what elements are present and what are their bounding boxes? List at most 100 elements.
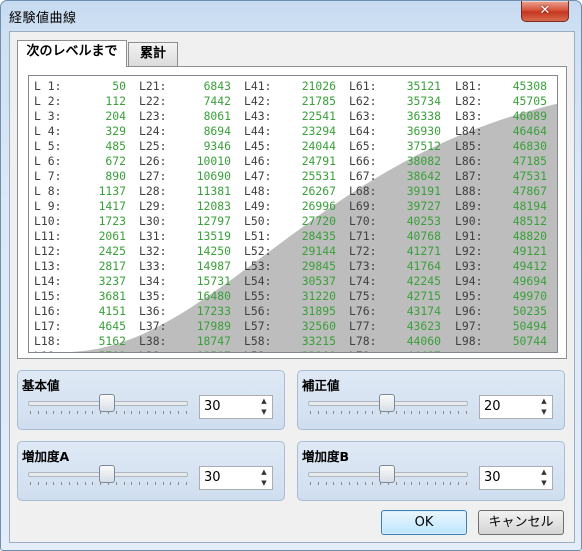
level-exp-value: 5162: [98, 334, 126, 348]
level-exp-value: 485: [105, 139, 126, 153]
level-row: L68: 39191: [349, 184, 441, 199]
level-exp-value: 38082: [406, 154, 441, 168]
slider-tick: [356, 411, 358, 414]
tab-panel: L 1: 50 L 2: 112 L 3: 204 L 4: 329 L 5: 485 L 6: 67…: [17, 66, 567, 359]
level-row: L92: 49121: [455, 244, 547, 259]
correction-value-spinbox[interactable]: 20 ▲ ▼: [479, 395, 553, 419]
level-row: L56: 31895: [244, 304, 336, 319]
level-exp-value: 10690: [196, 169, 231, 183]
level-label: L11:: [34, 229, 62, 243]
spin-down-icon[interactable]: ▼: [256, 407, 272, 418]
slider-tick: [154, 482, 156, 485]
level-label: L10:: [34, 214, 62, 228]
level-label: L98:: [455, 334, 483, 348]
level-exp-value: 41271: [406, 244, 441, 258]
spin-up-icon[interactable]: ▲: [536, 467, 552, 478]
level-label: L50:: [244, 214, 272, 228]
accel-b-input[interactable]: 30: [484, 470, 501, 485]
level-exp-value: 47531: [512, 169, 547, 183]
ok-button[interactable]: OK: [381, 510, 467, 535]
base-value-input[interactable]: 30: [204, 399, 221, 414]
level-exp-value: 2061: [98, 229, 126, 243]
slider-tick: [310, 411, 311, 414]
level-row: L28: 11381: [139, 184, 231, 199]
level-label: L25:: [139, 139, 167, 153]
level-row: L85: 46830: [455, 139, 547, 154]
level-label: L94:: [455, 274, 483, 288]
level-row: L67: 38642: [349, 169, 441, 184]
slider-tick: [325, 482, 327, 485]
level-label: L88:: [455, 184, 483, 198]
level-row: L82: 45705: [455, 94, 547, 109]
dialog-window: 経験値曲線 ✕ 次のレベルまで 累計 L 1: 50 L 2: 112 L 3: 204 L…: [0, 0, 582, 551]
level-label: L29:: [139, 199, 167, 213]
level-exp-value: 13519: [196, 229, 231, 243]
level-row: L73: 41764: [349, 259, 441, 274]
level-label: L62:: [349, 94, 377, 108]
level-label: L57:: [244, 319, 272, 333]
level-exp-value: 24044: [301, 139, 336, 153]
close-button[interactable]: ✕: [521, 1, 569, 22]
level-row: L29: 12083: [139, 199, 231, 214]
level-row: L 3: 204: [34, 109, 126, 124]
slider-tick: [317, 411, 319, 414]
level-label: L96:: [455, 304, 483, 318]
spin-up-icon[interactable]: ▲: [256, 396, 272, 407]
level-label: L68:: [349, 184, 377, 198]
level-exp-value: 43623: [406, 319, 441, 333]
accel-b-spinbox[interactable]: 30 ▲ ▼: [479, 466, 553, 490]
level-row: L44: 23294: [244, 124, 336, 139]
spin-down-icon[interactable]: ▼: [256, 478, 272, 489]
slider-tick: [30, 411, 31, 414]
level-row: L 6: 672: [34, 154, 126, 169]
level-row: L88: 47867: [455, 184, 547, 199]
level-exp-value: 8694: [203, 124, 231, 138]
level-exp-value: 112: [105, 94, 126, 108]
accel-b-slider-thumb[interactable]: [379, 465, 395, 483]
slider-tick: [178, 482, 180, 485]
base-value-slider-thumb[interactable]: [99, 394, 115, 412]
level-row: L95: 49970: [455, 289, 547, 304]
level-label: L37:: [139, 319, 167, 333]
level-label: L71:: [349, 229, 377, 243]
level-label: L78:: [349, 334, 377, 348]
slider-tick: [450, 482, 452, 485]
spin-down-icon[interactable]: ▼: [536, 478, 552, 489]
title-bar[interactable]: 経験値曲線 ✕: [1, 1, 581, 29]
accel-a-slider-thumb[interactable]: [99, 465, 115, 483]
level-exp-value: 38642: [406, 169, 441, 183]
slider-tick: [356, 482, 358, 485]
level-row: L33: 14987: [139, 259, 231, 274]
level-row: L42: 21785: [244, 94, 336, 109]
correction-value-input[interactable]: 20: [484, 399, 501, 414]
slider-tick: [411, 411, 413, 414]
correction-value-slider-thumb[interactable]: [379, 394, 395, 412]
level-row: L24: 8694: [139, 124, 231, 139]
close-icon: ✕: [539, 3, 551, 18]
level-column: L61: 35121 L62: 35734 L63: 36338 L64: 36930 L65:…: [349, 79, 441, 352]
level-label: L77:: [349, 319, 377, 333]
tab-next-level[interactable]: 次のレベルまで: [17, 40, 127, 67]
tab-cumulative[interactable]: 累計: [128, 42, 178, 66]
cancel-button[interactable]: キャンセル: [478, 510, 564, 535]
level-label: L32:: [139, 244, 167, 258]
level-exp-value: 29144: [301, 244, 336, 258]
slider-tick: [434, 411, 436, 414]
level-row: L47: 25531: [244, 169, 336, 184]
accel-a-input[interactable]: 30: [204, 470, 221, 485]
level-row: L46: 24791: [244, 154, 336, 169]
accel-a-spinbox[interactable]: 30 ▲ ▼: [199, 466, 273, 490]
spin-up-icon[interactable]: ▲: [256, 467, 272, 478]
level-exp-value: 4151: [98, 304, 126, 318]
spin-down-icon[interactable]: ▼: [536, 407, 552, 418]
level-label: L14:: [34, 274, 62, 288]
spin-up-icon[interactable]: ▲: [536, 396, 552, 407]
level-exp-value: 43174: [406, 304, 441, 318]
correction-value-label: 補正値: [302, 378, 340, 393]
level-label: L 3:: [34, 109, 62, 123]
level-label: L28:: [139, 184, 167, 198]
level-row: L86: 47185: [455, 154, 547, 169]
slider-tick: [45, 411, 47, 414]
base-value-spinbox[interactable]: 30 ▲ ▼: [199, 395, 273, 419]
level-exp-value: 17233: [196, 304, 231, 318]
